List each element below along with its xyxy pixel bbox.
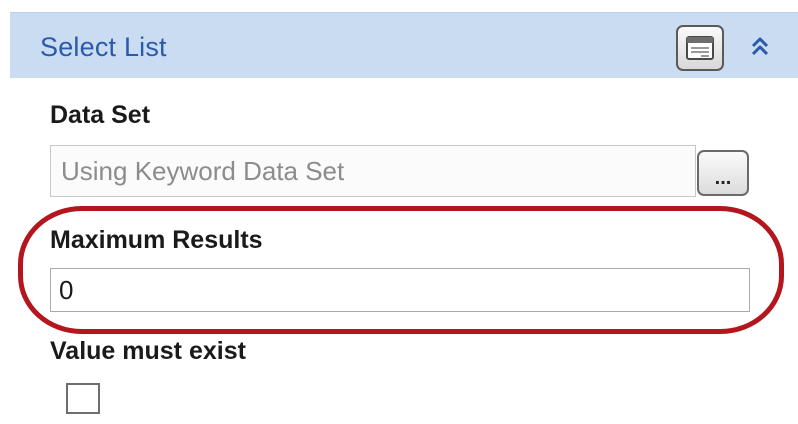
maximum-results-input[interactable]: 0 [50,268,750,312]
section-header[interactable]: Select List [10,12,798,78]
double-chevron-up-icon[interactable] [748,35,772,59]
data-set-field: Using Keyword Data Set [50,145,696,197]
value-must-exist-checkbox[interactable] [66,383,100,414]
browse-data-set-button[interactable]: ... [697,150,749,196]
maximum-results-label: Maximum Results [50,226,263,254]
open-window-button[interactable] [676,25,724,71]
value-must-exist-label: Value must exist [50,337,246,365]
select-list-panel: Select List Data Set Using Keyword Data … [0,0,798,424]
data-set-value: Using Keyword Data Set [61,155,345,186]
section-title: Select List [40,32,167,62]
data-set-label: Data Set [50,101,151,129]
maximum-results-value: 0 [59,274,74,305]
